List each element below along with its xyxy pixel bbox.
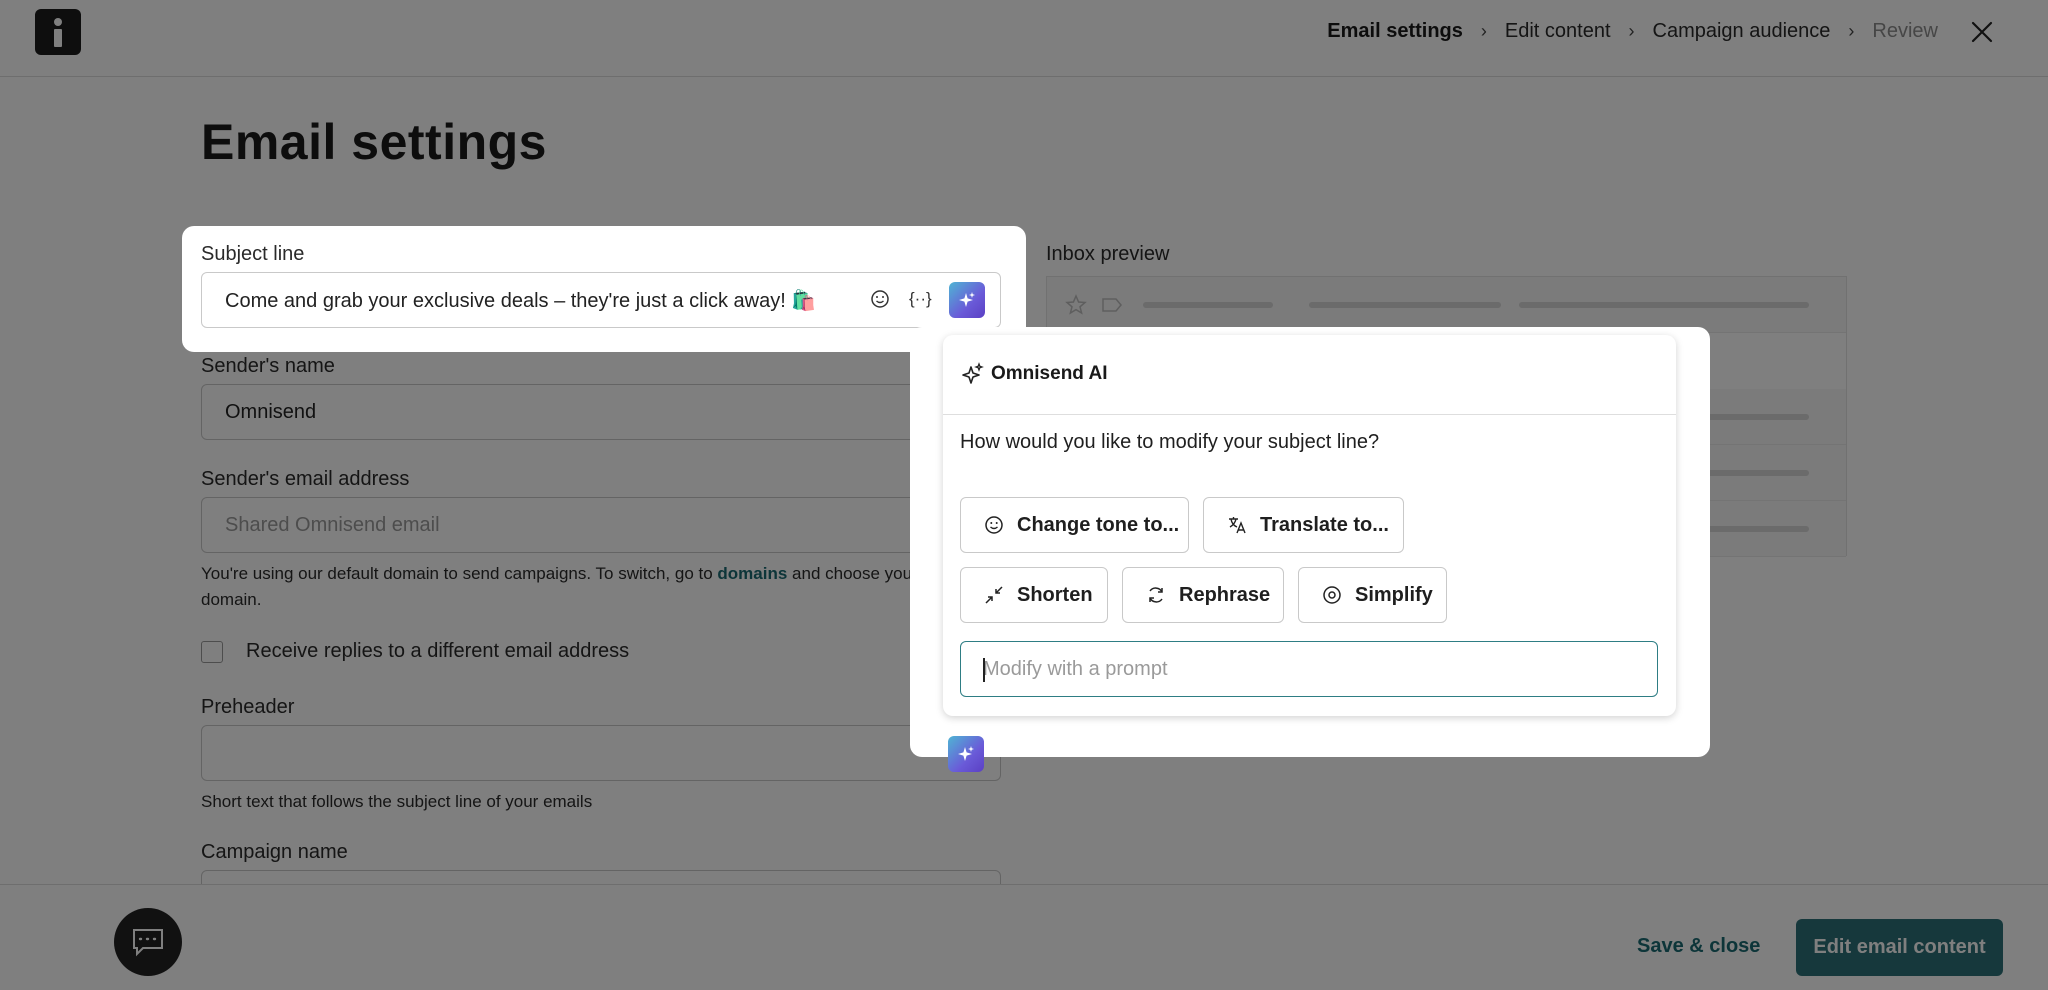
subject-line-value: Come and grab your exclusive deals – the…	[225, 289, 817, 312]
simplify-label: Simplify	[1355, 583, 1433, 606]
translate-button[interactable]: Translate to...	[1203, 497, 1404, 553]
smiley-icon	[983, 514, 1005, 536]
translate-icon	[1226, 514, 1248, 536]
rephrase-label: Rephrase	[1179, 583, 1271, 606]
shorten-button[interactable]: Shorten	[960, 567, 1108, 623]
omnisend-ai-popup: Omnisend AI How would you like to modify…	[943, 335, 1676, 716]
prompt-input[interactable]: Modify with a prompt	[960, 641, 1658, 697]
personalization-icon[interactable]: {··}	[909, 289, 932, 309]
popup-title: Omnisend AI	[991, 363, 1108, 384]
translate-label: Translate to...	[1260, 513, 1389, 536]
popup-question: How would you like to modify your subjec…	[960, 431, 1380, 453]
subject-line-card: Subject line Come and grab your exclusiv…	[182, 226, 1026, 352]
emoji-icon[interactable]	[869, 288, 891, 310]
sparkle-icon	[958, 746, 974, 761]
prompt-placeholder: Modify with a prompt	[983, 657, 1168, 680]
preheader-ai-button[interactable]	[948, 736, 984, 772]
ai-assistant-button[interactable]	[949, 282, 985, 318]
shrink-icon	[983, 584, 1005, 606]
sparkle-icon	[959, 292, 975, 307]
refresh-icon	[1145, 584, 1167, 606]
rephrase-button[interactable]: Rephrase	[1122, 567, 1284, 623]
change-tone-button[interactable]: Change tone to...	[960, 497, 1189, 553]
popup-header: Omnisend AI	[943, 335, 1676, 415]
target-icon	[1321, 584, 1343, 606]
shorten-label: Shorten	[1017, 583, 1093, 606]
subject-line-label: Subject line	[201, 243, 305, 265]
change-tone-label: Change tone to...	[1017, 513, 1180, 536]
sparkle-icon	[962, 362, 984, 384]
simplify-button[interactable]: Simplify	[1298, 567, 1447, 623]
